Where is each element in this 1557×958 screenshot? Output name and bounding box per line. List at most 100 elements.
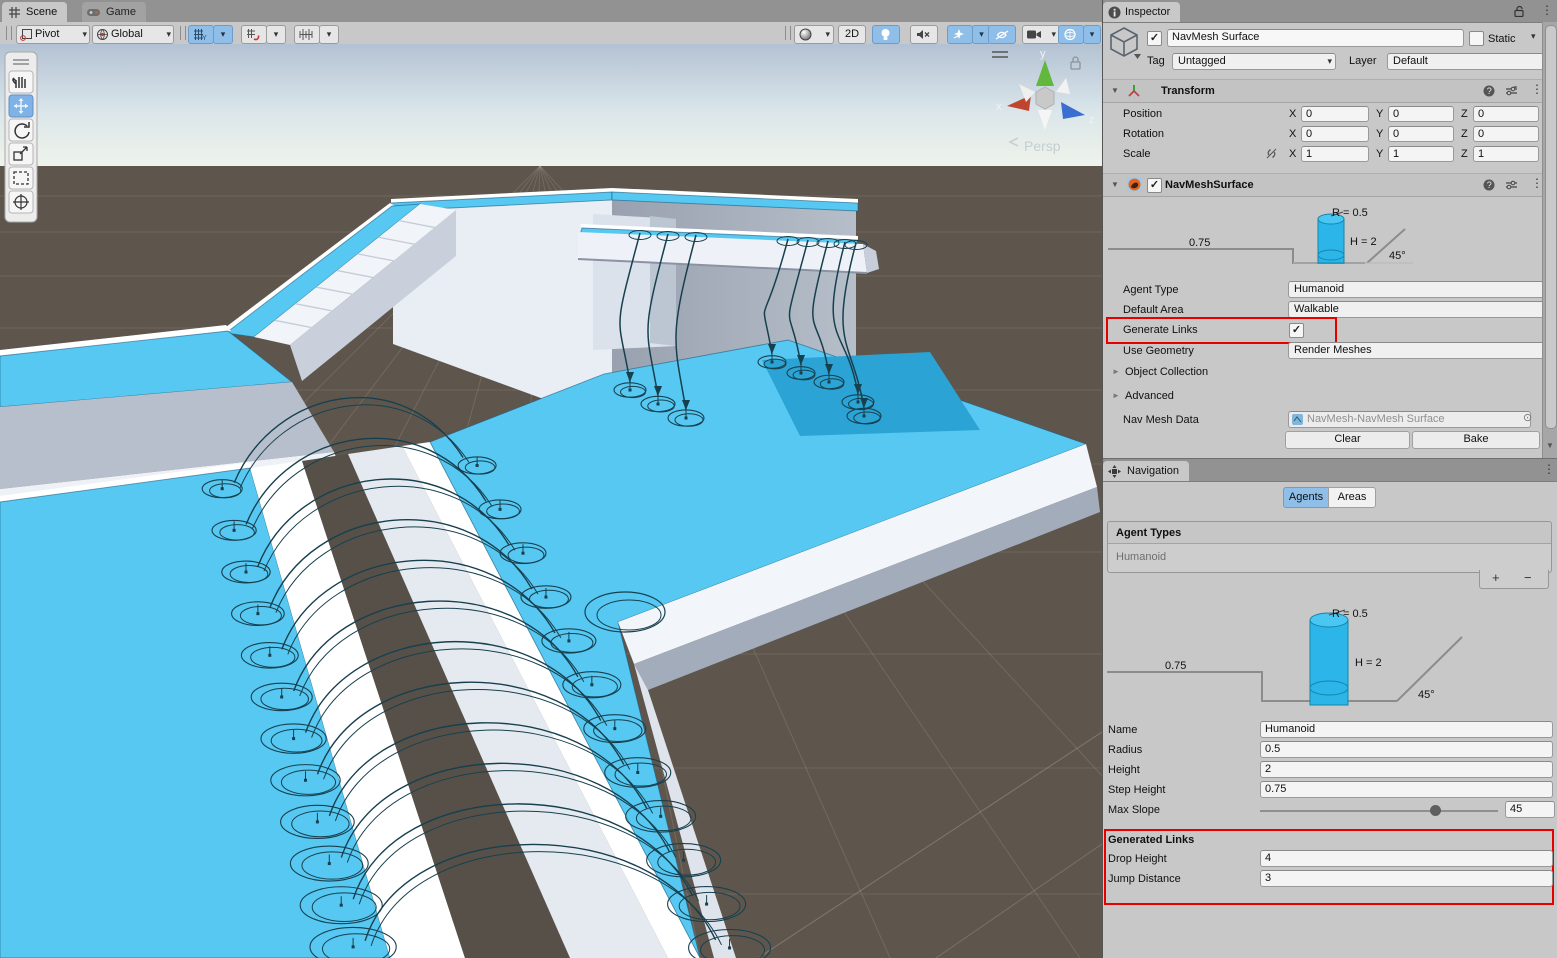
jump-distance-field[interactable]: 3 — [1260, 870, 1553, 887]
add-agent-button[interactable]: + — [1492, 570, 1500, 585]
scale-x-field[interactable]: 1 — [1301, 146, 1369, 162]
snap-increment-caret[interactable]: ▾ — [319, 25, 339, 44]
position-y-field[interactable]: 0 — [1388, 106, 1454, 122]
position-label: Position — [1123, 106, 1162, 122]
tab-navigation-label: Navigation — [1127, 465, 1179, 477]
gizmo-cube — [1036, 87, 1054, 109]
position-x-field[interactable]: 0 — [1301, 106, 1369, 122]
pivot-button[interactable]: Pivot ▾ — [16, 25, 90, 44]
bake-button[interactable]: Bake — [1412, 431, 1540, 449]
foldout-icon: ▼ — [1111, 180, 1119, 189]
gameobject-active-checkbox[interactable]: ✓ — [1147, 31, 1162, 46]
hand-tool[interactable] — [9, 71, 33, 93]
object-collection-foldout[interactable]: Object Collection — [1125, 364, 1208, 380]
camera-settings-button[interactable]: ▾ — [1022, 25, 1060, 44]
scene-visibility-toggle[interactable] — [988, 25, 1016, 44]
inspector-scrollbar[interactable]: ▼ — [1542, 22, 1557, 458]
transform-tool[interactable] — [9, 191, 33, 213]
transform-header[interactable]: ▼ Transform ? ⋮ — [1103, 79, 1543, 103]
layer-dropdown[interactable]: Default▾ — [1387, 53, 1554, 70]
scene-tabstrip: Scene Game — [0, 0, 1102, 23]
snap-increment-button[interactable] — [294, 25, 320, 44]
rect-tool[interactable] — [9, 167, 33, 189]
audio-toggle[interactable] — [910, 25, 938, 44]
grid-visibility-caret[interactable]: ▾ — [213, 25, 233, 44]
presets-icon[interactable] — [1505, 85, 1518, 97]
agent-type-row-humanoid[interactable]: Humanoid — [1116, 549, 1166, 565]
generate-links-label: Generate Links — [1123, 322, 1198, 338]
default-area-dropdown[interactable]: Walkable▾ — [1288, 301, 1552, 318]
name-field[interactable]: Humanoid — [1260, 721, 1553, 738]
foldout-icon[interactable]: ► — [1112, 391, 1120, 400]
tab-scene[interactable]: Scene — [2, 2, 67, 22]
remove-agent-button[interactable]: − — [1524, 570, 1532, 585]
static-checkbox[interactable] — [1469, 31, 1484, 46]
scale-tool[interactable] — [9, 143, 33, 165]
transform-icon — [1127, 84, 1141, 98]
clear-button[interactable]: Clear — [1285, 431, 1410, 449]
navmeshsurface-enabled-checkbox[interactable]: ✓ — [1147, 178, 1162, 193]
light-bulb-icon — [880, 28, 891, 42]
generate-links-checkbox[interactable]: ✓ — [1289, 323, 1304, 338]
step-height-field[interactable]: 0.75 — [1260, 781, 1553, 798]
scale-z-field[interactable]: 1 — [1473, 146, 1539, 162]
toolbar-handle[interactable] — [6, 26, 12, 40]
agents-tab-button[interactable]: Agents — [1283, 487, 1329, 508]
tag-dropdown[interactable]: Untagged▾ — [1172, 53, 1336, 70]
tab-game[interactable]: Game — [82, 2, 146, 22]
nav-mesh-data-field[interactable]: NavMesh-NavMesh Surface — [1288, 411, 1531, 428]
2d-toggle[interactable]: 2D — [838, 25, 866, 44]
rotation-y-field[interactable]: 0 — [1388, 126, 1454, 142]
rotation-x-field[interactable]: 0 — [1301, 126, 1369, 142]
advanced-foldout[interactable]: Advanced — [1125, 388, 1174, 404]
grid-snap-button[interactable] — [241, 25, 267, 44]
tab-inspector[interactable]: Inspector — [1103, 2, 1180, 22]
help-icon[interactable]: ? — [1483, 179, 1495, 191]
navigation-menu-icon[interactable]: ⋮ — [1543, 462, 1555, 476]
check-icon: ✓ — [1292, 324, 1301, 336]
effects-toggle[interactable] — [947, 25, 973, 44]
presets-icon[interactable] — [1505, 179, 1518, 191]
global-button[interactable]: Global ▾ — [92, 25, 174, 44]
position-z-field[interactable]: 0 — [1473, 106, 1539, 122]
object-picker-icon[interactable]: ⊙ — [1523, 411, 1532, 424]
gameobject-cube-icon[interactable] — [1108, 26, 1142, 60]
scene-canvas[interactable]: y x z Persp — [0, 44, 1102, 958]
help-icon[interactable]: ? — [1483, 85, 1495, 97]
move-tool[interactable] — [9, 95, 33, 117]
foldout-icon[interactable]: ► — [1112, 367, 1120, 376]
use-geometry-dropdown[interactable]: Render Meshes▾ — [1288, 342, 1552, 359]
scrollbar-thumb[interactable] — [1545, 25, 1557, 429]
nav-mesh-data-label: Nav Mesh Data — [1123, 412, 1199, 428]
agent-type-dropdown[interactable]: Humanoid▾ — [1288, 281, 1552, 298]
max-slope-slider-knob[interactable] — [1430, 805, 1441, 816]
link-broken-icon[interactable] — [1265, 148, 1278, 159]
lighting-toggle[interactable] — [872, 25, 900, 44]
gizmos-toggle[interactable] — [1058, 25, 1084, 44]
scale-y-field[interactable]: 1 — [1388, 146, 1454, 162]
grid-visibility-button[interactable]: Y — [188, 25, 214, 44]
svg-text:Y: Y — [202, 35, 207, 41]
inspector-menu-icon[interactable]: ⋮ — [1541, 3, 1553, 17]
grid-snap-caret[interactable]: ▾ — [266, 25, 286, 44]
persp-label[interactable]: Persp — [1024, 138, 1061, 154]
tab-navigation[interactable]: Navigation — [1103, 461, 1189, 481]
drop-height-field[interactable]: 4 — [1260, 850, 1553, 867]
navmeshsurface-header[interactable]: ▼ ✓ NavMeshSurface ? ⋮ — [1103, 173, 1543, 197]
max-slope-field[interactable]: 45 — [1505, 801, 1555, 818]
lock-icon[interactable] — [1513, 5, 1525, 17]
rotation-z-field[interactable]: 0 — [1473, 126, 1539, 142]
height-field[interactable]: 2 — [1260, 761, 1553, 778]
max-slope-slider-track[interactable] — [1260, 810, 1498, 812]
rotate-tool[interactable] — [9, 119, 33, 141]
axis-y-label: Y — [1376, 146, 1383, 162]
axis-y-label: Y — [1376, 106, 1383, 122]
radius-field[interactable]: 0.5 — [1260, 741, 1553, 758]
static-caret[interactable]: ▾ — [1531, 31, 1536, 42]
areas-tab-button[interactable]: Areas — [1328, 487, 1376, 508]
shading-mode-button[interactable]: ▾ — [794, 25, 834, 44]
gameobject-name-field[interactable]: NavMesh Surface — [1167, 29, 1464, 47]
agent-type-label: Agent Type — [1123, 282, 1178, 298]
scrollbar-down-arrow[interactable]: ▼ — [1546, 441, 1554, 450]
gizmos-caret[interactable]: ▾ — [1083, 25, 1101, 44]
